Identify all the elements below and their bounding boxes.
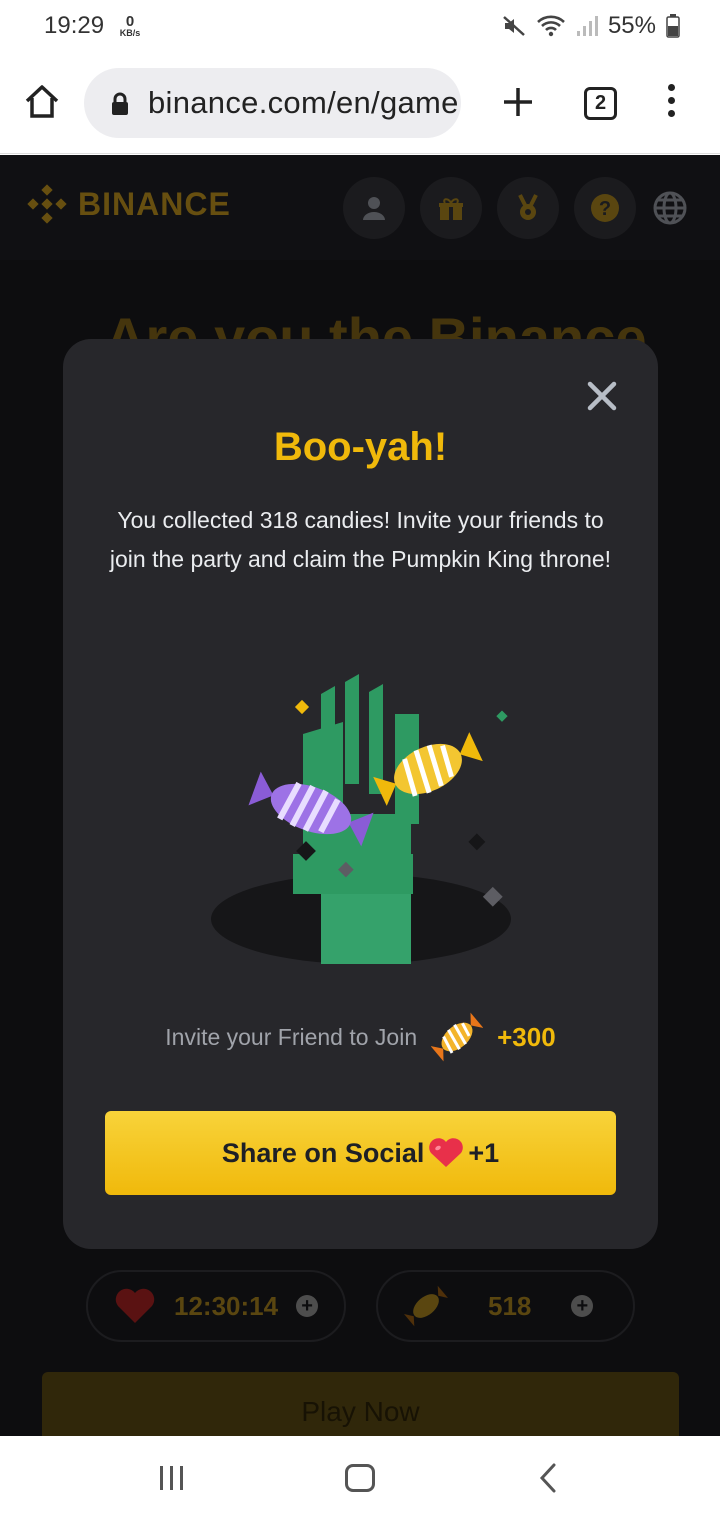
- net-speed: 0 KB/s: [116, 14, 144, 38]
- candy-icon: [431, 1012, 484, 1062]
- net-speed-unit: KB/s: [119, 28, 141, 38]
- browser-toolbar: binance.com/en/game 2: [0, 56, 720, 154]
- address-bar[interactable]: binance.com/en/game: [84, 68, 461, 138]
- reward-dialog: Boo-yah! You collected 318 candies! Invi…: [63, 339, 658, 1249]
- url-text: binance.com/en/game: [148, 85, 459, 120]
- status-bar: 19:29 0 KB/s 55%: [0, 0, 720, 56]
- status-time: 19:29: [44, 12, 105, 39]
- web-page: BINANCE ? Are you the Binance 12:30:14 +…: [0, 155, 720, 1436]
- tab-switcher-button[interactable]: 2: [584, 87, 617, 120]
- battery-percent: 55%: [607, 12, 656, 39]
- home-icon[interactable]: [22, 82, 62, 122]
- wifi-icon: [537, 15, 565, 37]
- recent-apps-icon[interactable]: [160, 1466, 183, 1490]
- share-label: Share on Social: [221, 1137, 425, 1168]
- lock-icon: [112, 92, 128, 115]
- signal-icon: [576, 16, 598, 36]
- invite-text: Invite your Friend to Join: [165, 1023, 418, 1050]
- zombie-hand-candy-illustration: [211, 674, 511, 964]
- system-nav-bar: [0, 1436, 720, 1520]
- share-on-social-button[interactable]: Share on Social +1: [105, 1111, 616, 1195]
- back-icon[interactable]: [538, 1462, 558, 1494]
- dialog-message: You collected 318 candies! Invite your f…: [109, 507, 612, 572]
- new-tab-icon[interactable]: [498, 82, 538, 122]
- close-icon[interactable]: [585, 379, 619, 413]
- heart-icon: [429, 1138, 464, 1167]
- battery-icon: [666, 14, 680, 38]
- net-speed-value: 0: [125, 13, 135, 30]
- invite-reward-row: Invite your Friend to Join +300: [63, 1011, 658, 1063]
- mute-icon: [503, 16, 525, 36]
- nav-home-icon[interactable]: [345, 1464, 375, 1492]
- share-bonus: +1: [468, 1137, 500, 1168]
- menu-icon[interactable]: [662, 84, 680, 122]
- dialog-title: Boo-yah!: [273, 425, 448, 469]
- invite-bonus: +300: [497, 1021, 556, 1052]
